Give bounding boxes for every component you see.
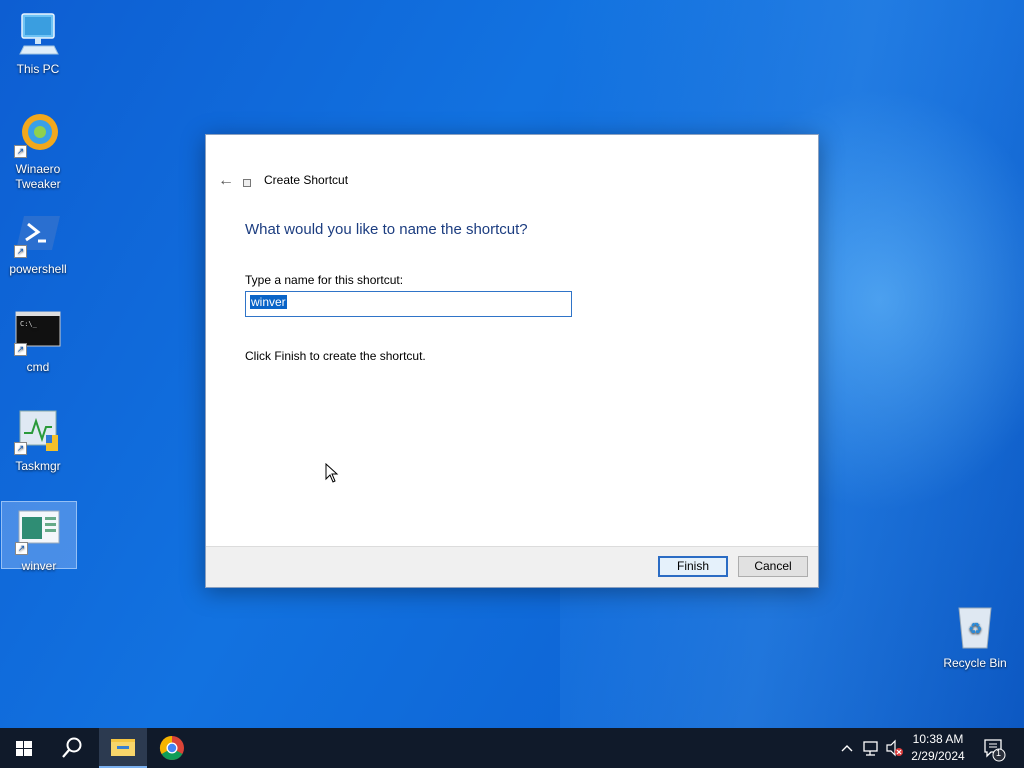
winaero-tweaker-icon: ↗ bbox=[14, 110, 62, 158]
desktop-icon-winver[interactable]: ↗ winver bbox=[1, 501, 77, 573]
shortcut-name-input[interactable]: winver bbox=[245, 291, 572, 317]
volume-button[interactable] bbox=[884, 728, 906, 768]
shortcut-arrow-icon: ↗ bbox=[14, 343, 27, 356]
taskbar: 10:38 AM 2/29/2024 1 bbox=[0, 728, 1024, 768]
desktop-icon-label: Winaero Tweaker bbox=[15, 162, 61, 191]
file-explorer-button[interactable] bbox=[99, 728, 147, 768]
start-button[interactable] bbox=[0, 728, 48, 768]
clock-time: 10:38 AM bbox=[912, 732, 964, 746]
desktop-icon-label: Recycle Bin bbox=[943, 656, 1007, 670]
speaker-muted-icon bbox=[886, 739, 903, 757]
chevron-up-icon bbox=[841, 745, 853, 752]
recycle-bin-icon: ♻ bbox=[951, 604, 999, 652]
notification-icon bbox=[984, 739, 1006, 762]
wizard-heading: What would you like to name the shortcut… bbox=[245, 221, 528, 238]
desktop-icon-label: winver bbox=[21, 559, 57, 573]
finish-instruction: Click Finish to create the shortcut. bbox=[245, 349, 426, 363]
winver-icon: ↗ bbox=[15, 507, 63, 555]
network-icon bbox=[863, 741, 878, 756]
desktop-icon-label: cmd bbox=[26, 360, 50, 374]
clock-date: 2/29/2024 bbox=[911, 749, 965, 763]
shortcut-arrow-icon: ↗ bbox=[14, 442, 27, 455]
shortcut-arrow-icon: ↗ bbox=[14, 145, 27, 158]
finish-button[interactable]: Finish bbox=[658, 556, 728, 577]
search-button[interactable] bbox=[48, 728, 96, 768]
desktop-icon-label: powershell bbox=[9, 262, 67, 276]
windows-logo-icon bbox=[16, 741, 32, 756]
search-icon bbox=[62, 737, 82, 758]
chrome-button[interactable] bbox=[148, 728, 196, 768]
file-explorer-icon bbox=[111, 739, 135, 756]
shortcut-icon bbox=[243, 179, 251, 187]
chrome-icon bbox=[159, 736, 184, 761]
shortcut-arrow-icon: ↗ bbox=[14, 245, 27, 258]
network-button[interactable] bbox=[860, 728, 882, 768]
dialog-title: Create Shortcut bbox=[264, 173, 349, 187]
create-shortcut-dialog: ← Create Shortcut What would you like to… bbox=[205, 134, 819, 588]
desktop-icon-label: This PC bbox=[16, 62, 60, 76]
desktop-icon-recycle-bin[interactable]: ♻ Recycle Bin bbox=[936, 604, 1014, 671]
action-center-button[interactable]: 1 bbox=[980, 728, 1010, 768]
desktop-icon-this-pc[interactable]: This PC bbox=[0, 10, 76, 77]
show-hidden-icons-button[interactable] bbox=[838, 728, 856, 768]
command-prompt-icon: C:\_ ↗ bbox=[14, 308, 62, 356]
computer-icon bbox=[14, 10, 62, 58]
task-manager-icon: ↗ bbox=[14, 407, 62, 455]
svg-text:C:\_: C:\_ bbox=[20, 320, 38, 328]
mouse-cursor-icon bbox=[325, 463, 339, 483]
desktop-icon-powershell[interactable]: ↗ powershell bbox=[0, 210, 76, 277]
system-clock[interactable]: 10:38 AM 2/29/2024 bbox=[906, 731, 970, 765]
svg-text:♻: ♻ bbox=[968, 619, 982, 638]
desktop-icon-cmd[interactable]: C:\_ ↗ cmd bbox=[0, 308, 76, 375]
back-arrow-icon[interactable]: ← bbox=[214, 171, 238, 191]
desktop-icon-winaero-tweaker[interactable]: ↗ Winaero Tweaker bbox=[0, 110, 76, 192]
desktop-icon-label: Taskmgr bbox=[15, 459, 61, 473]
cancel-button[interactable]: Cancel bbox=[738, 556, 808, 577]
shortcut-arrow-icon: ↗ bbox=[15, 542, 28, 555]
dialog-footer: Finish Cancel bbox=[206, 546, 818, 587]
shortcut-name-value: winver bbox=[250, 295, 287, 309]
powershell-icon: ↗ bbox=[14, 210, 62, 258]
notification-count-badge: 1 bbox=[996, 748, 1002, 758]
shortcut-name-label: Type a name for this shortcut: bbox=[245, 273, 404, 287]
desktop-icon-taskmgr[interactable]: ↗ Taskmgr bbox=[0, 407, 76, 474]
